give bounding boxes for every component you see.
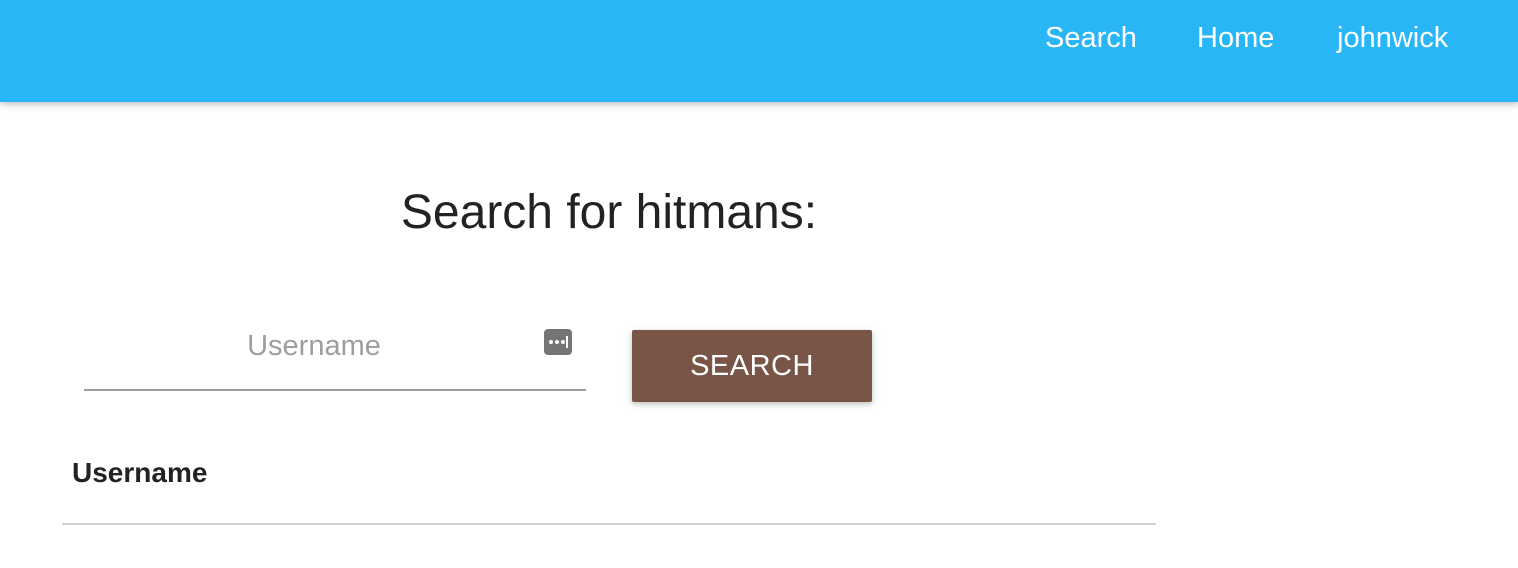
page-title: Search for hitmans: [400,186,818,239]
password-manager-icon[interactable] [544,329,572,355]
username-field [84,318,586,391]
nav-link-user-profile[interactable]: johnwick [1337,20,1448,56]
username-search-input[interactable] [84,318,544,374]
table-header-row: Username [62,445,1156,525]
nav-link-home[interactable]: Home [1197,20,1274,56]
search-button[interactable]: SEARCH [632,330,872,402]
column-header-username[interactable]: Username [62,445,1156,525]
top-navbar: Search Home johnwick [0,0,1518,102]
nav-link-search[interactable]: Search [1045,20,1137,56]
results-table: Username [62,445,1156,525]
